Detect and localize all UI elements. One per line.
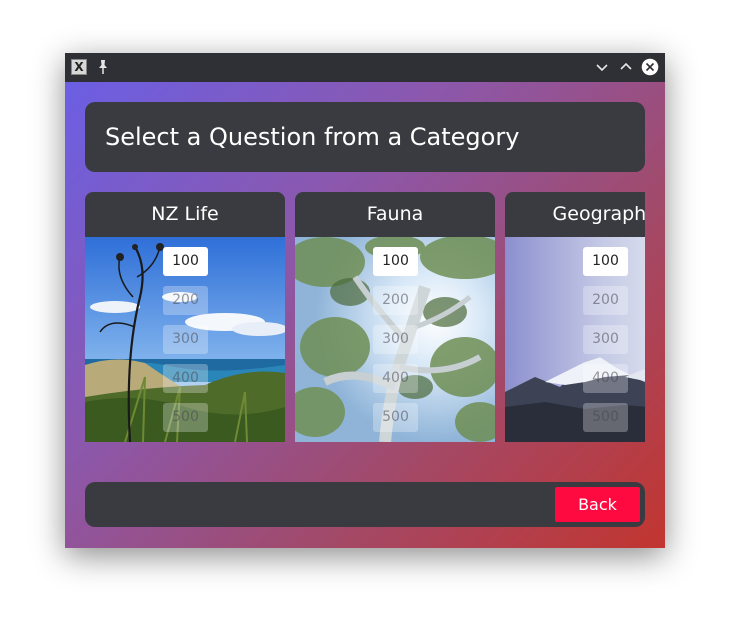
category-card-geography: Geography bbox=[505, 192, 645, 442]
app-window: X Select a Question from a Category NZ L… bbox=[65, 53, 665, 548]
category-title: NZ Life bbox=[85, 192, 285, 237]
question-value-button: 400 bbox=[163, 364, 208, 393]
category-image-tree: 100 200 300 400 500 bbox=[295, 237, 495, 442]
question-value-button: 500 bbox=[373, 403, 418, 432]
category-image-mountains: 100 200 300 400 500 bbox=[505, 237, 645, 442]
question-value-button[interactable]: 100 bbox=[373, 247, 418, 276]
question-value-button[interactable]: 100 bbox=[583, 247, 628, 276]
category-image-coast: 100 200 300 400 500 bbox=[85, 237, 285, 442]
question-value-button: 200 bbox=[373, 286, 418, 315]
question-value-button: 300 bbox=[583, 325, 628, 354]
question-value-button: 400 bbox=[373, 364, 418, 393]
category-card-nz-life: NZ Life 100 200 300 400 500 bbox=[85, 192, 285, 442]
question-value-button: 300 bbox=[163, 325, 208, 354]
category-list[interactable]: NZ Life 100 200 300 400 500 Fauna 100 20… bbox=[85, 192, 645, 442]
question-value-button: 300 bbox=[373, 325, 418, 354]
app-icon: X bbox=[71, 59, 87, 75]
back-button[interactable]: Back bbox=[555, 487, 640, 522]
main-content: Select a Question from a Category NZ Lif… bbox=[65, 82, 665, 548]
header-panel: Select a Question from a Category bbox=[85, 102, 645, 172]
maximize-icon[interactable] bbox=[617, 58, 635, 76]
category-title: Fauna bbox=[295, 192, 495, 237]
pin-icon[interactable] bbox=[96, 59, 110, 75]
question-value-button: 200 bbox=[163, 286, 208, 315]
minimize-icon[interactable] bbox=[593, 58, 611, 76]
question-value-button: 200 bbox=[583, 286, 628, 315]
question-value-button[interactable]: 100 bbox=[163, 247, 208, 276]
category-card-fauna: Fauna 100 200 300 400 500 bbox=[295, 192, 495, 442]
question-value-button: 400 bbox=[583, 364, 628, 393]
question-value-button: 500 bbox=[583, 403, 628, 432]
footer-panel: Back bbox=[85, 482, 645, 527]
page-title: Select a Question from a Category bbox=[105, 123, 520, 151]
question-value-button: 500 bbox=[163, 403, 208, 432]
category-title: Geography bbox=[505, 192, 645, 237]
title-bar[interactable]: X bbox=[65, 53, 665, 83]
close-icon[interactable] bbox=[641, 58, 659, 76]
